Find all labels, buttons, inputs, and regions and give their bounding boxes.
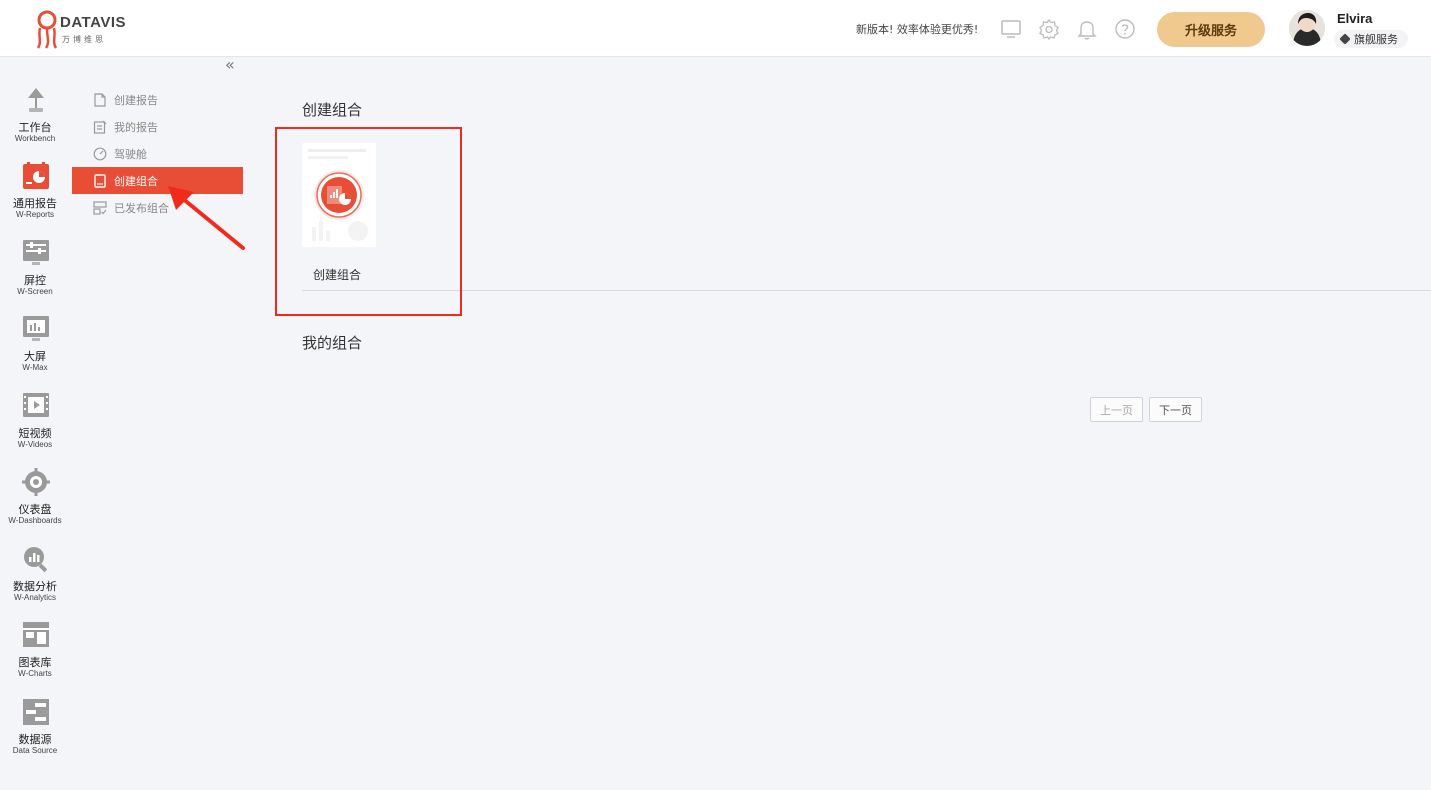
rail-label-cn: 数据分析	[13, 580, 57, 593]
charts-icon	[23, 622, 49, 647]
rail-label-cn: 数据源	[18, 733, 52, 746]
screen-control-icon	[23, 240, 49, 265]
section-divider	[302, 290, 1431, 291]
rail-label-en: W-Reports	[15, 210, 55, 219]
rail-item-max[interactable]: 大屏 W-Max	[0, 315, 70, 385]
rail-label-en: Workbench	[14, 134, 56, 143]
user-plan-label: 旗舰服务	[1354, 33, 1398, 46]
logo-subtext: 万博维思	[62, 35, 106, 44]
rail-item-videos[interactable]: 短视频 W-Videos	[0, 392, 70, 462]
annotation-highlight-box	[275, 127, 462, 316]
submenu-label: 我的报告	[114, 120, 158, 134]
annotation-arrow-icon	[168, 186, 245, 250]
rail-item-screen[interactable]: 屏控 W-Screen	[0, 239, 70, 309]
app-rail: 工作台 Workbench 通用报告 W-Reports 屏控 W-Screen	[0, 57, 70, 790]
collapse-sidebar-icon[interactable]: «	[225, 57, 243, 73]
create-combo-title: 创建组合	[302, 101, 363, 119]
rail-label-cn: 通用报告	[13, 197, 57, 210]
logo[interactable]: DATAVIS 万博维思	[34, 8, 144, 50]
logo-mark-icon	[36, 10, 58, 49]
rail-label-en: W-Videos	[17, 440, 53, 449]
video-icon	[23, 393, 49, 417]
rail-item-charts[interactable]: 图表库 W-Charts	[0, 621, 70, 691]
rail-label-cn: 大屏	[24, 350, 46, 363]
rail-item-workbench[interactable]: 工作台 Workbench	[0, 86, 70, 156]
rail-label-cn: 短视频	[18, 427, 52, 440]
rail-item-dashboards[interactable]: 仪表盘 W-Dashboards	[0, 468, 70, 538]
avatar-image	[1289, 10, 1325, 46]
rail-label-en: Data Source	[12, 746, 58, 755]
reports-icon	[23, 162, 49, 189]
book-icon	[94, 173, 106, 188]
help-icon[interactable]	[1113, 17, 1137, 41]
analytics-icon	[24, 547, 48, 573]
rail-label-cn: 图表库	[18, 656, 52, 669]
rail-item-reports[interactable]: 通用报告 W-Reports	[0, 162, 70, 232]
my-combo-title: 我的组合	[302, 334, 363, 352]
prev-page-button[interactable]: 上一页	[1090, 397, 1143, 422]
dashboard-gear-icon	[22, 468, 50, 496]
gear-icon[interactable]	[1037, 17, 1061, 41]
user-plan-badge[interactable]: 旗舰服务	[1334, 30, 1408, 48]
submenu-label: 驾驶舱	[114, 147, 147, 161]
upgrade-button[interactable]: 升级服务	[1157, 12, 1265, 47]
rail-item-data-source[interactable]: 数据源 Data Source	[0, 698, 70, 768]
monitor-icon[interactable]	[999, 17, 1023, 41]
rail-label-en: W-Screen	[17, 287, 53, 296]
submenu-item-cockpit[interactable]: 驾驶舱	[72, 140, 243, 167]
data-source-icon	[23, 699, 49, 725]
desk-lamp-icon	[28, 88, 44, 112]
rail-label-cn: 仪表盘	[18, 503, 52, 516]
rail-label-en: W-Max	[22, 363, 48, 372]
published-icon	[93, 200, 107, 215]
rail-label-en: W-Analytics	[13, 593, 57, 602]
rail-label-cn: 屏控	[24, 274, 46, 287]
speedometer-icon	[93, 147, 107, 160]
avatar[interactable]	[1289, 10, 1325, 46]
user-name[interactable]: Elvira	[1337, 11, 1372, 26]
bell-icon[interactable]	[1075, 17, 1099, 41]
rail-item-analytics[interactable]: 数据分析 W-Analytics	[0, 545, 70, 615]
rail-label-cn: 工作台	[18, 121, 52, 134]
rail-label-en: W-Dashboards	[8, 516, 62, 525]
submenu-item-my-reports[interactable]: 我的报告	[72, 113, 243, 140]
new-document-icon	[94, 92, 106, 107]
rail-label-en: W-Charts	[18, 669, 52, 678]
top-header: DATAVIS 万博维思 新版本! 效率体验更优秀! 升级服务 Elvira 旗…	[0, 0, 1431, 57]
logo-text: DATAVIS	[60, 14, 126, 31]
next-page-button[interactable]: 下一页	[1149, 397, 1202, 422]
submenu-item-create-report[interactable]: 创建报告	[72, 86, 243, 113]
big-screen-icon	[23, 316, 49, 341]
new-version-notice[interactable]: 新版本! 效率体验更优秀!	[856, 21, 978, 37]
submenu-label: 创建报告	[114, 93, 158, 107]
submenu-label: 创建组合	[114, 174, 158, 188]
plan-gem-icon	[1339, 33, 1351, 45]
edit-document-icon	[93, 120, 107, 134]
